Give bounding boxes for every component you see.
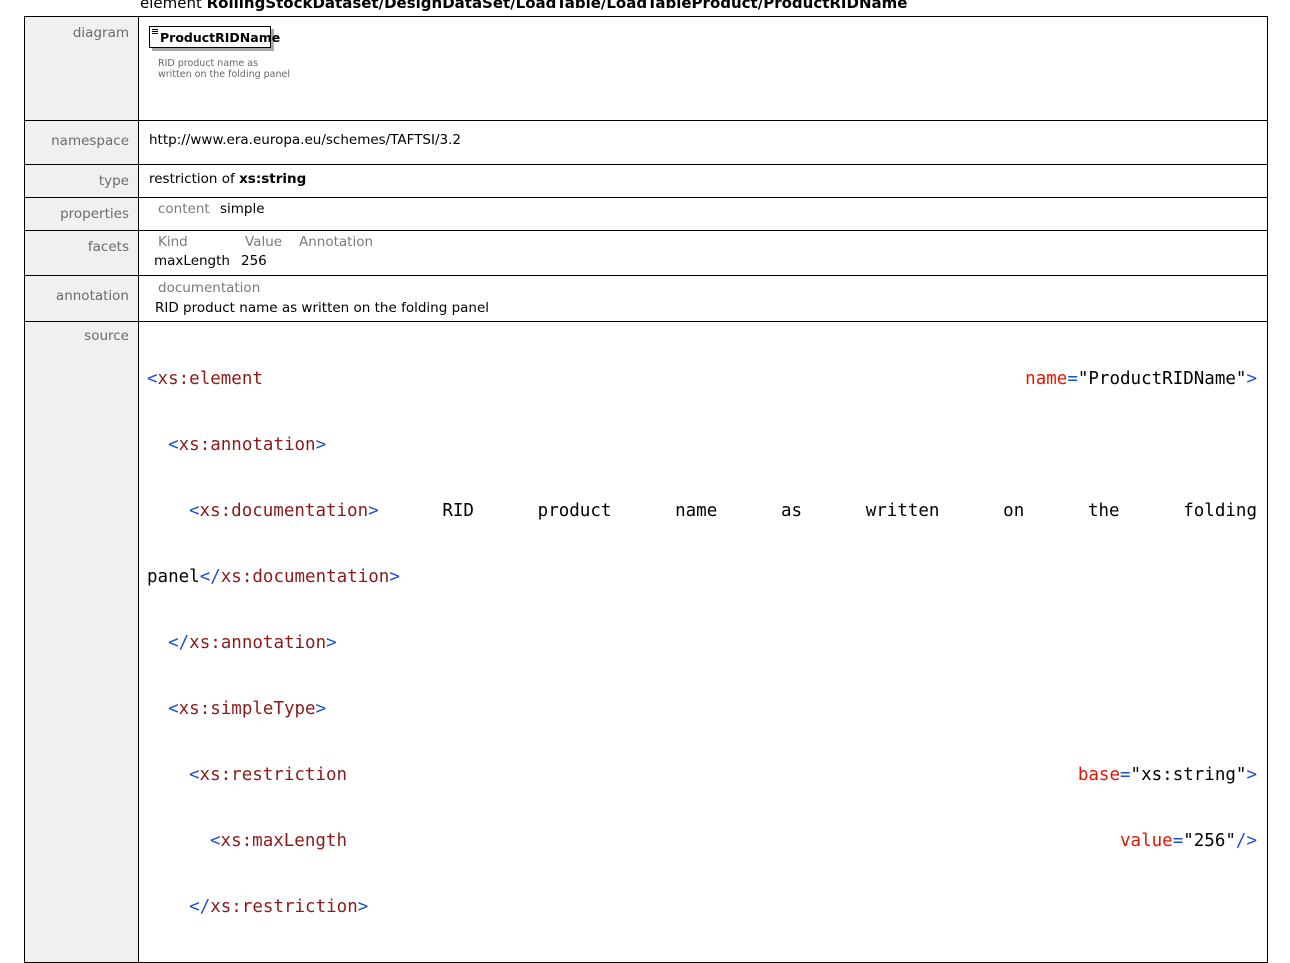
source-cell: <xs:element name="ProductRIDName"> <xs:a… (138, 321, 1269, 963)
facets-header: Kind Value Annotation (158, 233, 1267, 252)
type-value: restriction of xs:string (138, 164, 1268, 198)
type-prefix: restriction of (149, 171, 240, 187)
facets-header-kind: Kind (158, 234, 188, 250)
src-doc-last: panel (147, 567, 200, 587)
properties-table: diagram ProductRIDName RID product name … (24, 16, 1268, 963)
diagram-label: diagram (24, 16, 139, 121)
page-title: element RollingStockDataset/DesignDataSe… (140, 0, 907, 12)
annotation-label: annotation (24, 275, 139, 322)
source-line-7: <xs:restriction base="xs:string"> (189, 765, 1257, 785)
properties-row: properties content simple (24, 197, 1268, 231)
src-annotation-open: <xs:annotation> (168, 435, 327, 455)
diagram-cell: ProductRIDName RID product name as writt… (138, 16, 1268, 121)
namespace-label: namespace (24, 120, 139, 165)
source-line-2: <xs:annotation> (147, 434, 1257, 456)
source-line-1: <xs:element name="ProductRIDName"> (147, 369, 1257, 389)
source-line-9: </xs:restriction> (147, 896, 1257, 918)
src-value-attr: value (1120, 831, 1173, 851)
src-element-open: <xs:element (147, 369, 263, 389)
src-doc-word-7: the (1087, 501, 1120, 521)
facets-row: facets Kind Value Annotation maxLength 256 (24, 230, 1268, 276)
source-line-4: panel</xs:documentation> (147, 566, 1257, 588)
src-name-val: "ProductRIDName" (1077, 369, 1247, 389)
facets-kind: maxLength (154, 253, 230, 269)
src-base-val: "xs:string" (1130, 765, 1247, 785)
src-doc-word-4: as (780, 501, 803, 521)
annotation-row: annotation documentation RID product nam… (24, 275, 1268, 322)
properties-key: content (158, 201, 210, 217)
src-restriction-open: <xs:restriction (189, 765, 348, 785)
page-title-path: RollingStockDataset/DesignDataSet/LoadTa… (206, 0, 908, 12)
annotation-text: RID product name as written on the foldi… (155, 300, 490, 316)
source-code: <xs:element name="ProductRIDName"> <xs:a… (139, 322, 1269, 962)
src-base-attr: base (1077, 765, 1120, 785)
source-line-8: <xs:maxLength value="256"/> (210, 831, 1257, 851)
element-diagram-name: ProductRIDName (160, 30, 281, 45)
src-restriction-close: </xs:restriction> (189, 897, 369, 917)
annotation-header: documentation (158, 280, 261, 296)
diagram-row: diagram ProductRIDName RID product name … (24, 16, 1268, 121)
src-doc-word-3: name (675, 501, 718, 521)
source-label: source (24, 321, 139, 963)
facets-data-row: maxLength 256 (154, 252, 1267, 271)
diagram-doc-line2: written on the folding panel (158, 69, 291, 80)
properties-value: content simple (138, 197, 1268, 231)
src-doc-word-8: folding (1183, 501, 1257, 521)
source-line-3: <xs:documentation> RID product name as w… (147, 500, 1257, 522)
src-doc-word-2: product (537, 501, 612, 521)
src-maxlength-open: <xs:maxLength (210, 831, 347, 851)
facets-value: Kind Value Annotation maxLength 256 (138, 230, 1268, 276)
properties-label: properties (24, 197, 139, 231)
diagram-documentation: RID product name as written on the foldi… (158, 58, 318, 80)
element-diagram-box[interactable]: ProductRIDName (149, 26, 280, 48)
src-doc-word-5: written (865, 501, 940, 521)
facets-value-cell: 256 (241, 253, 267, 269)
source-row: source <xs:element name="ProductRIDName"… (24, 321, 1269, 963)
type-label: type (24, 164, 139, 198)
src-documentation-open: <xs:documentation> (189, 501, 379, 521)
facets-header-annotation: Annotation (299, 234, 374, 250)
source-line-5: </xs:annotation> (147, 632, 1257, 654)
page-title-prefix: element (140, 0, 207, 12)
src-name-attr: name (1025, 369, 1068, 389)
diagram-doc-line1: RID product name as (158, 58, 259, 69)
src-documentation-close: </xs:documentation> (199, 567, 400, 587)
source-line-6: <xs:simpleType> (147, 698, 1257, 720)
src-doc-word-6: on (1003, 501, 1025, 521)
namespace-value: http://www.era.europa.eu/schemes/TAFTSI/… (138, 120, 1268, 165)
properties-content-value: simple (220, 201, 265, 217)
src-annotation-close: </xs:annotation> (168, 633, 337, 653)
src-doc-word-1: RID (442, 501, 474, 521)
src-value-val: "256" (1183, 831, 1236, 851)
src-simpletype-open: <xs:simpleType> (168, 699, 327, 719)
facets-label: facets (24, 230, 139, 276)
element-type-icon (152, 29, 158, 36)
type-base-link[interactable]: xs:string (239, 171, 306, 187)
namespace-row: namespace http://www.era.europa.eu/schem… (24, 120, 1268, 165)
type-row: type restriction of xs:string (24, 164, 1268, 198)
facets-header-value: Value (245, 234, 283, 250)
diagram: ProductRIDName RID product name as writt… (139, 17, 329, 107)
annotation-value: documentation RID product name as writte… (138, 275, 1268, 322)
